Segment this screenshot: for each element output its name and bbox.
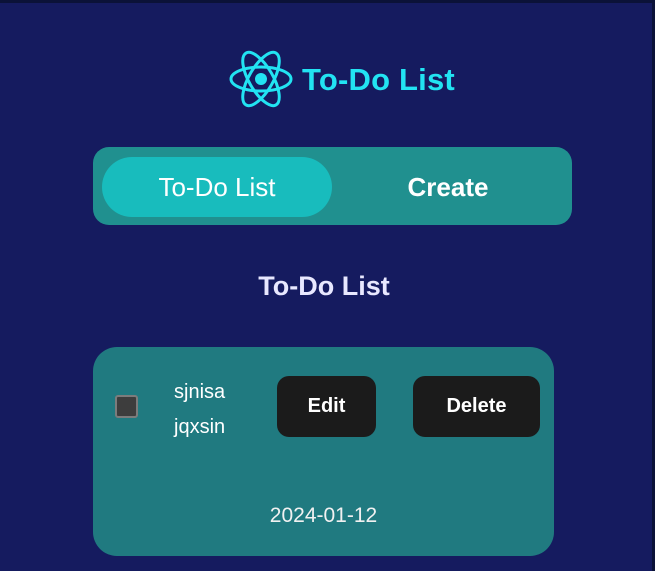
app-title: To-Do List [302, 61, 455, 97]
todo-item-card: sjnisa jqxsin Edit Delete 2024-01-12 [93, 347, 554, 556]
react-atom-icon [229, 50, 293, 108]
todo-item-text: sjnisa jqxsin [174, 381, 226, 438]
view-tab-switcher: To-Do List Create [93, 147, 572, 225]
tab-todo-list[interactable]: To-Do List [102, 157, 332, 217]
edit-button[interactable]: Edit [277, 376, 376, 437]
todo-date: 2024-01-12 [269, 504, 378, 527]
delete-button[interactable]: Delete [413, 376, 540, 437]
tab-create[interactable]: Create [339, 157, 557, 217]
todo-complete-checkbox[interactable] [115, 395, 138, 418]
section-title: To-Do List [258, 271, 390, 301]
app-header: To-Do List [228, 47, 455, 111]
app-page: To-Do List To-Do List Create To-Do List … [0, 0, 655, 571]
